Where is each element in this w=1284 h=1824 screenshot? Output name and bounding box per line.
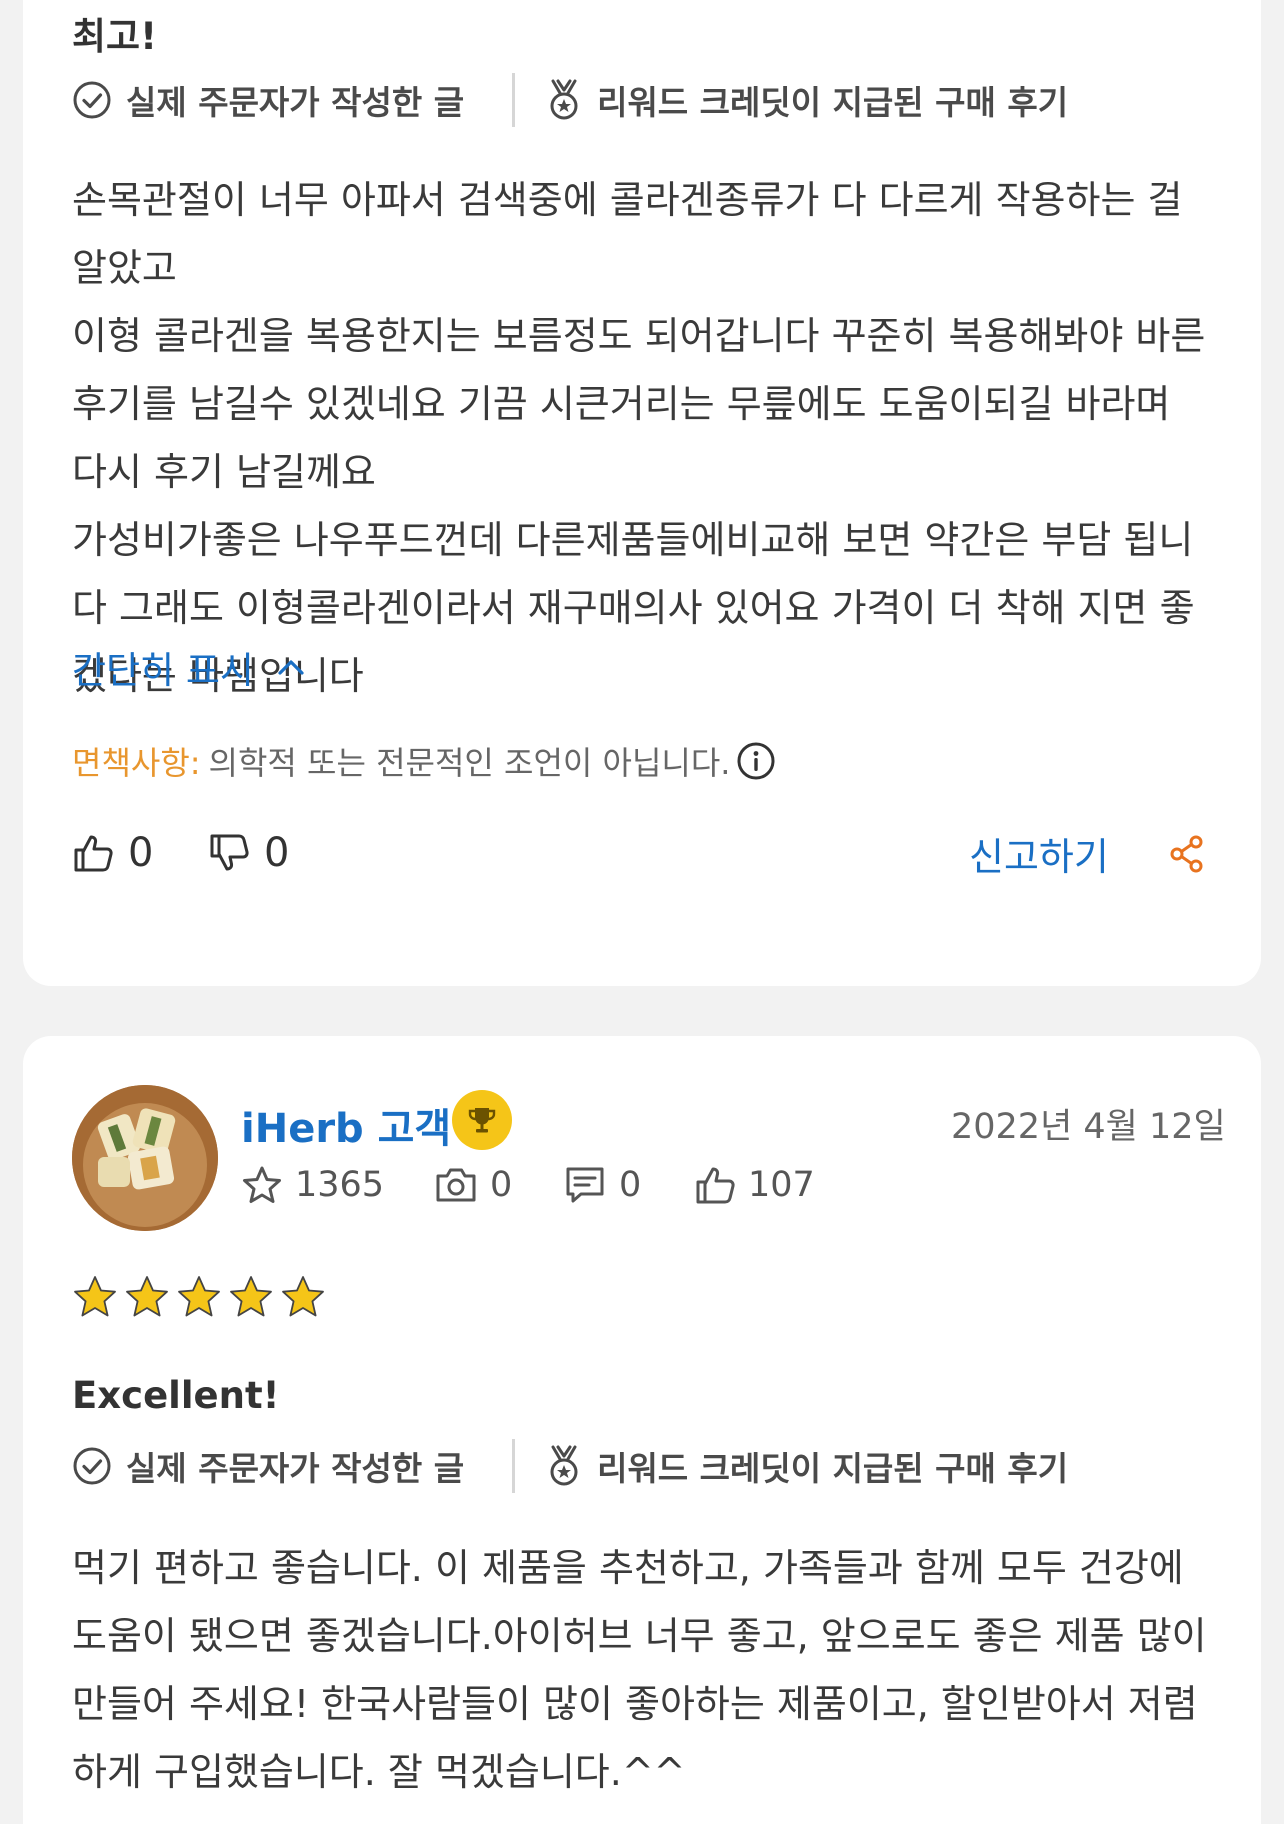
verified-purchase-label: 실제 주문자가 작성한 글: [126, 1449, 465, 1488]
star-rating: [72, 1274, 332, 1320]
avatar[interactable]: [72, 1085, 218, 1231]
rewarded-review-label: 리워드 크레딧이 지급된 구매 후기: [597, 83, 1069, 122]
show-less-label: 간단히 표시: [72, 649, 254, 692]
reviewer-helpful-count: 107: [694, 1164, 815, 1206]
comment-count-value: 0: [619, 1165, 642, 1205]
helpful-button[interactable]: 0: [72, 830, 153, 876]
review-count-value: 1365: [295, 1165, 385, 1205]
camera-icon: [436, 1168, 476, 1202]
review-body-paragraph: 이형 콜라겐을 복용한지는 보름정도 되어갑니다 꾸준히 복용해봐야 바른 후기…: [72, 314, 1206, 494]
verified-purchase-badge: 실제 주문자가 작성한 글: [72, 1442, 464, 1490]
reviewer-comment-count: 0: [563, 1164, 641, 1206]
trophy-icon: [452, 1090, 512, 1150]
review-date: 2022년 4월 12일: [951, 1107, 1226, 1147]
badge-divider: [512, 73, 516, 127]
share-icon[interactable]: [1168, 834, 1206, 874]
medal-icon: [550, 1445, 578, 1486]
avatar-image: [72, 1085, 218, 1231]
unhelpful-button[interactable]: 0: [208, 830, 289, 876]
review-title: Excellent!: [72, 1374, 280, 1417]
star-filled-icon: [74, 1276, 116, 1317]
thumbs-down-icon: [210, 834, 249, 871]
review-body: 손목관절이 너무 아파서 검색중에 콜라겐종류가 다 다르게 작용하는 걸 알았…: [72, 166, 1212, 710]
disclaimer-label: 면책사항:: [72, 744, 201, 782]
rewarded-review-badge: 리워드 크레딧이 지급된 구매 후기: [545, 1442, 1068, 1490]
star-filled-icon: [126, 1276, 168, 1317]
verified-purchase-label: 실제 주문자가 작성한 글: [126, 83, 465, 122]
info-icon[interactable]: [736, 741, 776, 781]
star-outline-icon: [243, 1166, 281, 1203]
review-body: 먹기 편하고 좋습니다. 이 제품을 추천하고, 가족들과 함께 모두 건강에 …: [72, 1546, 1207, 1794]
check-circle-icon: [73, 1447, 111, 1485]
chevron-up-icon: [278, 660, 304, 675]
thumbs-up-icon: [74, 835, 113, 872]
comment-icon: [566, 1167, 604, 1203]
verified-purchase-badge: 실제 주문자가 작성한 글: [72, 76, 464, 124]
star-filled-icon: [178, 1276, 220, 1317]
star-filled-icon: [282, 1276, 324, 1317]
reviewer-name[interactable]: iHerb 고객: [241, 1096, 451, 1154]
star-filled-icon: [230, 1276, 272, 1317]
report-link[interactable]: 신고하기: [969, 826, 1109, 881]
show-less-link[interactable]: 간단히 표시: [72, 640, 306, 694]
helpful-total-value: 107: [748, 1165, 815, 1205]
review-card: iHerb 고객 2022년 4월 12일 1365 0 0 107 Excel…: [23, 1036, 1261, 1824]
reviewer-review-count: 1365: [241, 1164, 384, 1206]
review-title: 최고!: [72, 15, 157, 58]
rewarded-review-badge: 리워드 크레딧이 지급된 구매 후기: [545, 76, 1068, 124]
helpful-count: 0: [128, 830, 154, 876]
reviewer-photo-count: 0: [434, 1164, 512, 1206]
rewarded-review-label: 리워드 크레딧이 지급된 구매 후기: [597, 1449, 1069, 1488]
review-body-paragraph: 손목관절이 너무 아파서 검색중에 콜라겐종류가 다 다르게 작용하는 걸 알았…: [72, 178, 1183, 290]
unhelpful-count: 0: [264, 830, 290, 876]
review-badges: 실제 주문자가 작성한 글 리워드 크레딧이 지급된 구매 후기: [72, 1438, 1068, 1494]
thumbs-up-icon: [696, 1167, 735, 1204]
disclaimer: 면책사항: 의학적 또는 전문적인 조언이 아닙니다.: [72, 738, 776, 784]
badge-divider: [512, 1439, 516, 1493]
photo-count-value: 0: [490, 1165, 513, 1205]
medal-icon: [550, 79, 578, 120]
review-card: 최고! 실제 주문자가 작성한 글 리워드 크레딧이 지급된 구매 후기 손목관…: [23, 0, 1261, 986]
check-circle-icon: [73, 81, 111, 119]
disclaimer-text: 의학적 또는 전문적인 조언이 아닙니다.: [208, 744, 731, 782]
review-badges: 실제 주문자가 작성한 글 리워드 크레딧이 지급된 구매 후기: [72, 72, 1068, 128]
